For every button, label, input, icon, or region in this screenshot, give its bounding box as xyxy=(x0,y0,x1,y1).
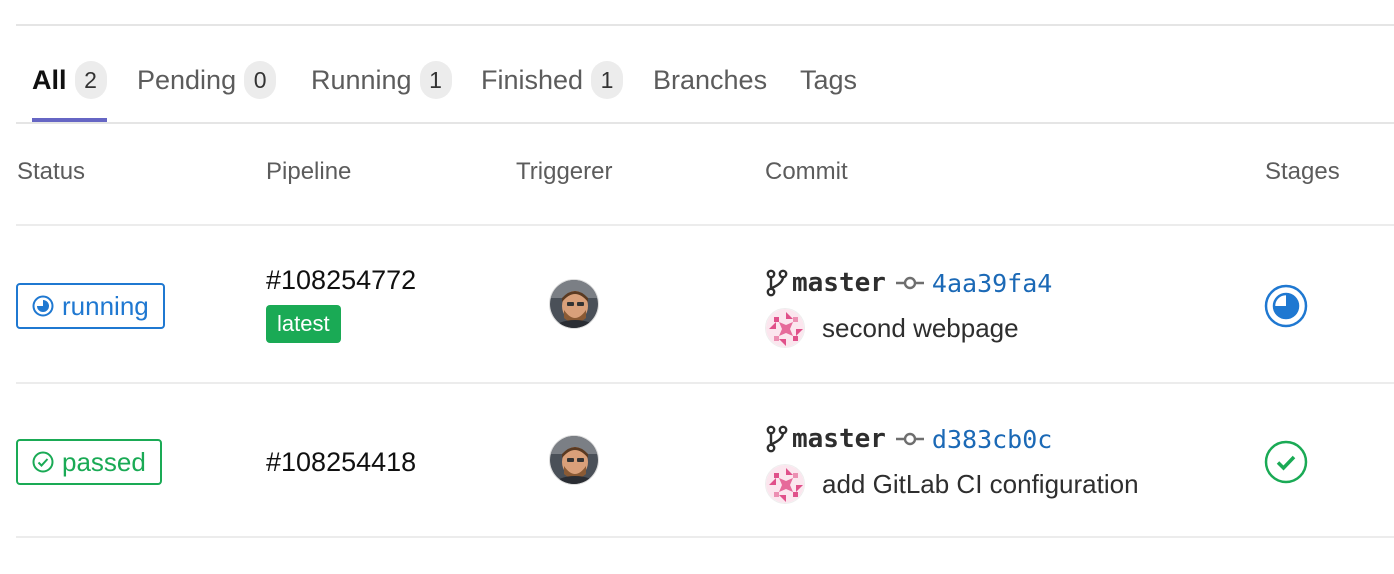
commit-message-link[interactable]: add GitLab CI configuration xyxy=(822,469,1139,500)
tab-pending[interactable]: Pending 0 xyxy=(137,40,277,120)
triggerer-avatar[interactable] xyxy=(549,435,599,485)
pipeline-id-link[interactable]: #108254772 xyxy=(266,265,416,296)
commit-sha-link[interactable]: d383cb0c xyxy=(932,425,1052,454)
column-header-pipeline: Pipeline xyxy=(266,158,352,185)
status-badge-passed[interactable]: passed xyxy=(16,439,162,485)
tab-label: Tags xyxy=(800,64,858,95)
tab-label: Running xyxy=(311,64,412,95)
status-running-icon xyxy=(32,295,54,317)
commit-title: add GitLab CI configuration xyxy=(765,464,1139,504)
tab-count-badge: 1 xyxy=(591,61,624,99)
tab-tags[interactable]: Tags xyxy=(800,40,857,120)
commit-ref: master d383cb0c xyxy=(765,424,1052,454)
commit-sha-link[interactable]: 4aa39fa4 xyxy=(932,269,1052,298)
tab-label: All xyxy=(32,64,67,95)
branch-icon xyxy=(766,425,788,453)
tab-count-badge: 0 xyxy=(244,61,277,99)
tab-label: Finished xyxy=(481,64,584,95)
column-header-stages: Stages xyxy=(1265,158,1340,185)
triggerer-avatar[interactable] xyxy=(549,279,599,329)
branch-icon xyxy=(766,269,788,297)
tab-branches[interactable]: Branches xyxy=(653,40,767,120)
tab-count-badge: 2 xyxy=(74,61,107,99)
header-divider xyxy=(16,224,1394,226)
commit-ref: master 4aa39fa4 xyxy=(765,268,1052,298)
tab-count-badge: 1 xyxy=(419,61,452,99)
stage-passed-icon[interactable] xyxy=(1264,440,1308,484)
column-header-commit: Commit xyxy=(765,158,848,185)
latest-badge: latest xyxy=(266,305,341,343)
commit-icon xyxy=(895,276,924,290)
pipeline-id-link[interactable]: #108254418 xyxy=(266,447,416,478)
column-header-status: Status xyxy=(17,158,86,185)
stage-running-icon[interactable] xyxy=(1264,284,1308,328)
tab-all[interactable]: All 2 xyxy=(32,40,107,122)
pipeline-scope-tabs: All 2 Pending 0 Running 1 Finished 1 Bra… xyxy=(16,40,1394,124)
status-label: passed xyxy=(62,446,146,477)
branch-name-link[interactable]: master xyxy=(792,424,886,454)
tab-running[interactable]: Running 1 xyxy=(311,40,452,120)
tab-label: Pending xyxy=(137,64,237,95)
status-badge-running[interactable]: running xyxy=(16,283,165,329)
commit-title: second webpage xyxy=(765,308,1019,348)
tab-label: Branches xyxy=(653,64,768,95)
top-divider xyxy=(16,24,1394,26)
author-identicon xyxy=(765,308,805,348)
tab-finished[interactable]: Finished 1 xyxy=(481,40,624,120)
author-identicon xyxy=(765,464,805,504)
row-divider xyxy=(16,382,1394,384)
status-success-icon xyxy=(32,451,54,473)
commit-icon xyxy=(895,432,924,446)
commit-message-link[interactable]: second webpage xyxy=(822,313,1019,344)
row-divider xyxy=(16,536,1394,538)
branch-name-link[interactable]: master xyxy=(792,268,886,298)
status-label: running xyxy=(62,290,149,321)
column-header-triggerer: Triggerer xyxy=(516,158,613,185)
